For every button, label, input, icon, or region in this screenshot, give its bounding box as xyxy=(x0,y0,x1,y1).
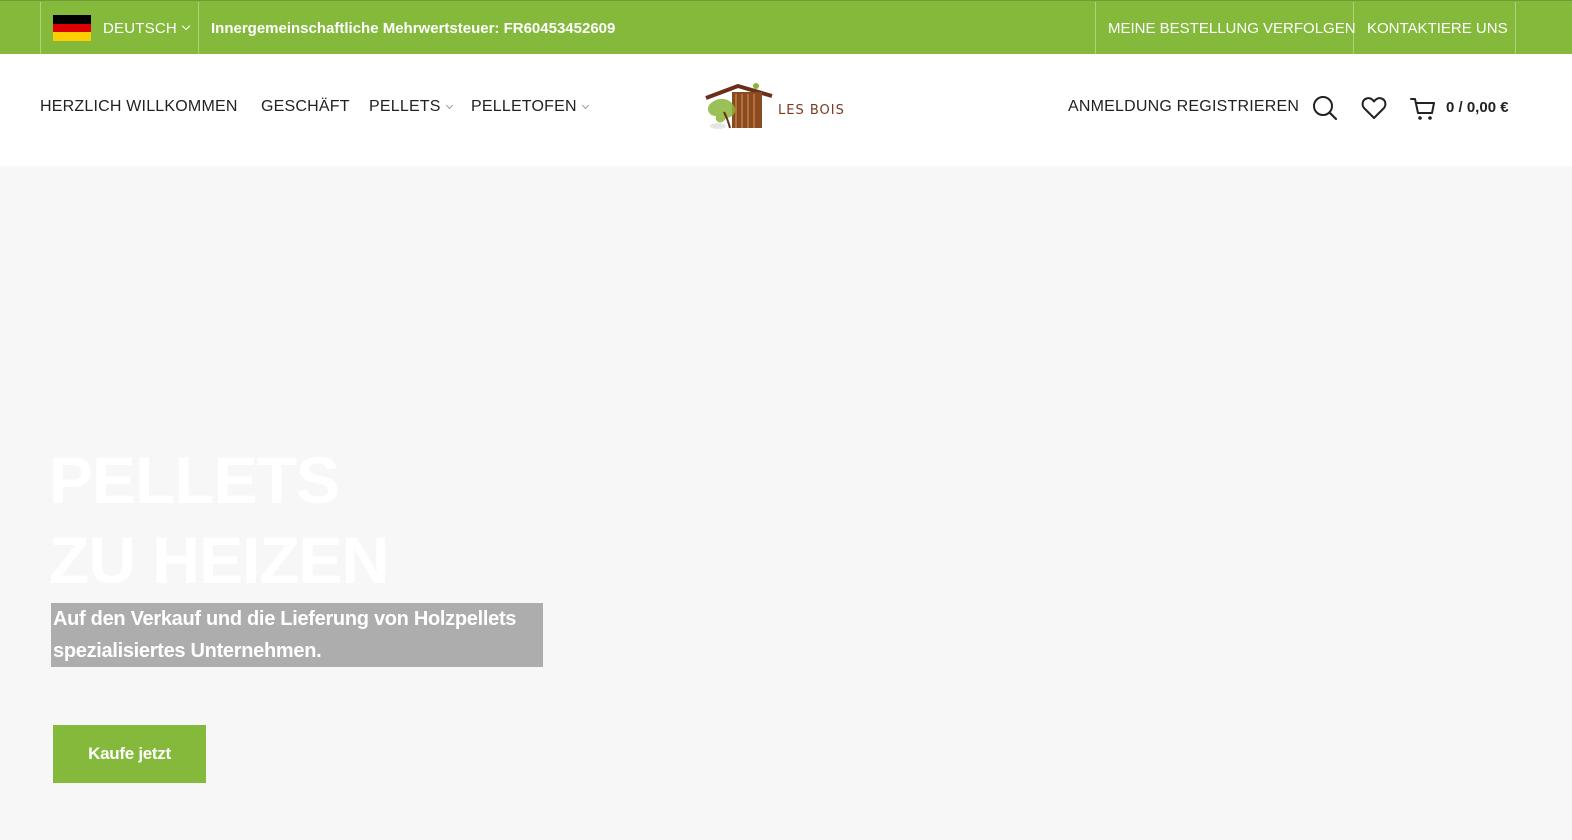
login-register-link[interactable]: ANMELDUNG REGISTRIEREN xyxy=(1068,98,1299,116)
language-label: DEUTSCH xyxy=(103,19,177,37)
nav-item-shop[interactable]: GESCHÄFT xyxy=(261,98,350,116)
main-header: HERZLICH WILLKOMMEN GESCHÄFT PELLETS PEL… xyxy=(0,54,1572,166)
nav-item-label: HERZLICH WILLKOMMEN xyxy=(40,98,238,115)
cart-button[interactable] xyxy=(1409,94,1437,122)
chevron-down-icon xyxy=(581,101,589,109)
nav-item-pellet-stoves[interactable]: PELLETOFEN xyxy=(471,98,589,116)
vat-number-text: Innergemeinschaftliche Mehrwertsteuer: F… xyxy=(211,19,616,37)
cart-total[interactable]: 0 / 0,00 € xyxy=(1446,99,1509,116)
hero-subtitle-line: spezialisiertes Unternehmen. xyxy=(53,640,322,662)
site-logo[interactable]: LES BOIS xyxy=(704,80,864,132)
buy-now-button[interactable]: Kaufe jetzt xyxy=(53,725,206,783)
search-button[interactable] xyxy=(1311,94,1339,122)
top-bar: DEUTSCH Innergemeinschaftliche Mehrwerts… xyxy=(0,0,1572,54)
hero-title-line: PELLETS xyxy=(49,443,340,517)
hero-title: PELLETS ZU HEIZEN xyxy=(49,440,389,600)
nav-item-label: GESCHÄFT xyxy=(261,98,350,115)
heart-icon xyxy=(1361,97,1387,119)
search-icon xyxy=(1313,96,1338,121)
wishlist-button[interactable] xyxy=(1360,94,1388,122)
hero-title-line: ZU HEIZEN xyxy=(49,523,389,597)
contact-link[interactable]: KONTAKTIERE UNS xyxy=(1367,2,1508,54)
language-switcher[interactable]: DEUTSCH xyxy=(40,2,198,54)
logo-text: LES BOIS xyxy=(778,102,845,118)
hero-banner: PELLETS ZU HEIZEN Auf den Verkauf und di… xyxy=(0,166,1572,840)
track-order-link[interactable]: MEINE BESTELLUNG VERFOLGEN xyxy=(1108,2,1356,54)
nav-item-welcome[interactable]: HERZLICH WILLKOMMEN xyxy=(40,98,238,116)
top-bar-divider xyxy=(1515,2,1516,54)
nav-item-label: PELLETOFEN xyxy=(471,98,577,115)
top-bar-divider xyxy=(1353,2,1354,54)
hero-subtitle-line: Auf den Verkauf und die Lieferung von Ho… xyxy=(53,608,517,630)
nav-item-pellets[interactable]: PELLETS xyxy=(369,98,453,116)
cart-icon xyxy=(1410,98,1435,120)
top-bar-divider xyxy=(1095,2,1096,54)
chevron-down-icon xyxy=(445,101,453,109)
hero-subtitle: Auf den Verkauf und die Lieferung von Ho… xyxy=(51,603,543,667)
german-flag-icon xyxy=(53,15,91,42)
house-tree-logo-icon xyxy=(705,83,773,129)
nav-item-label: PELLETS xyxy=(369,98,441,115)
chevron-down-icon xyxy=(181,21,191,31)
top-bar-divider xyxy=(198,2,199,54)
